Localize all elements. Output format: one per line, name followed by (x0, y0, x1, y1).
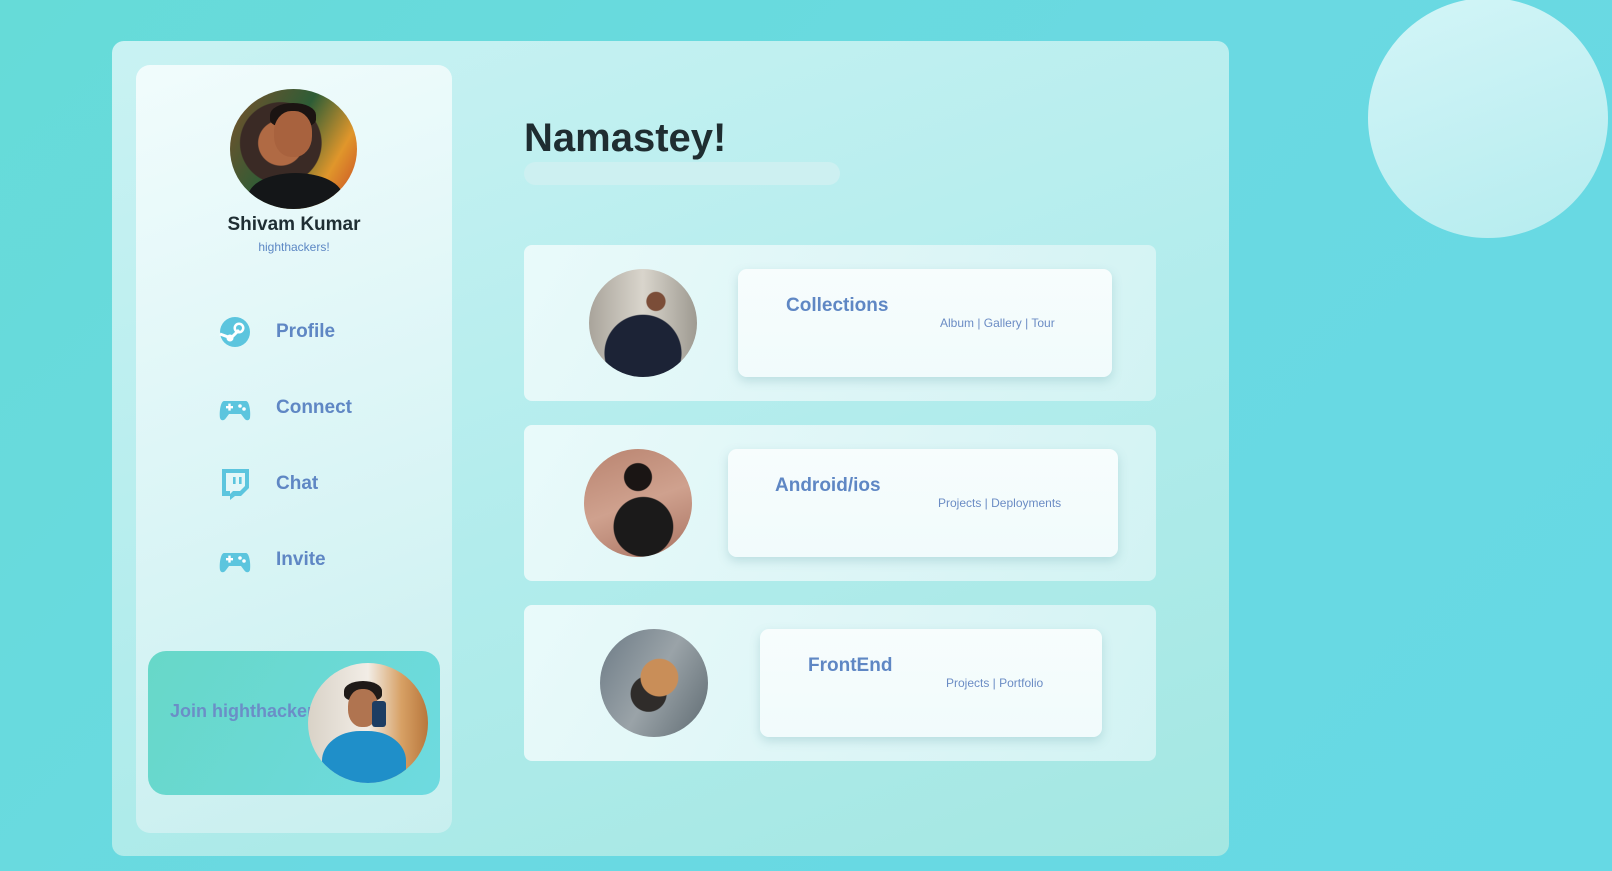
join-card[interactable]: Join highthackers (148, 651, 440, 795)
card-android-ios: Android/ios Projects | Deployments (524, 425, 1156, 581)
sidebar-item-label: Invite (276, 549, 326, 570)
card-subtitle: Projects | Deployments (938, 496, 1062, 510)
card-title: FrontEnd (808, 655, 893, 676)
card-info-android-ios[interactable]: Android/ios Projects | Deployments (728, 449, 1118, 557)
twitch-icon (218, 467, 252, 501)
page-title: Namastey! (524, 116, 727, 160)
sidebar-item-label: Profile (276, 321, 336, 342)
card-subtitle: Album | Gallery | Tour (940, 316, 1055, 330)
card-photo (600, 629, 708, 737)
gamepad-icon (218, 391, 252, 425)
profile-handle: highthackers! (258, 240, 330, 254)
sidebar-item-label: Chat (276, 473, 319, 494)
card-collections: Collections Album | Gallery | Tour (524, 245, 1156, 401)
sidebar-item-chat[interactable]: Chat (218, 464, 318, 504)
card-frontend: FrontEnd Projects | Portfolio (524, 605, 1156, 761)
sidebar-item-invite[interactable]: Invite (218, 540, 326, 580)
decorative-circle (1368, 0, 1608, 238)
card-title: Collections (786, 295, 889, 316)
sidebar-item-label: Connect (276, 397, 352, 418)
gamepad-icon (218, 543, 252, 577)
greeting-underline (524, 162, 840, 185)
profile-avatar[interactable] (230, 89, 357, 209)
join-label: Join highthackers (169, 701, 325, 721)
card-photo (589, 269, 697, 377)
profile-name: Shivam Kumar (227, 214, 361, 235)
steam-icon (218, 315, 252, 349)
join-photo (308, 663, 428, 783)
card-info-collections[interactable]: Collections Album | Gallery | Tour (738, 269, 1112, 377)
card-photo (584, 449, 692, 557)
sidebar-item-connect[interactable]: Connect (218, 388, 352, 428)
card-info-frontend[interactable]: FrontEnd Projects | Portfolio (760, 629, 1102, 737)
card-subtitle: Projects | Portfolio (946, 676, 1044, 690)
card-title: Android/ios (775, 475, 881, 496)
sidebar-item-profile[interactable]: Profile (218, 312, 335, 352)
